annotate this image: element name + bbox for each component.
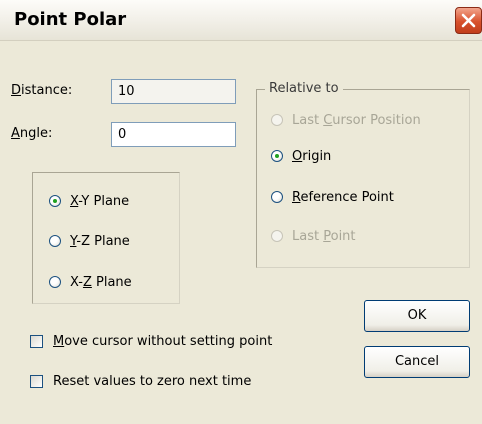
close-button[interactable] [455,7,482,34]
radio-yz-plane-label: Y-Z Plane [70,233,130,249]
radio-circle [271,114,283,126]
radio-circle [271,150,283,162]
radio-origin[interactable]: Origin [271,147,331,165]
checkbox-reset-values-label: Reset values to zero next time [53,373,252,389]
window-title: Point Polar [14,9,127,30]
checkbox-reset-values[interactable]: Reset values to zero next time [30,372,251,390]
radio-last-point[interactable]: Last Point [271,227,356,245]
radio-circle [49,195,61,207]
radio-circle [49,276,61,288]
radio-reference-point[interactable]: Reference Point [271,188,394,206]
plane-group: X-Y Plane Y-Z Plane X-Z Plane [32,172,180,304]
radio-circle [271,230,283,242]
radio-circle [271,191,283,203]
radio-xy-plane[interactable]: X-Y Plane [49,192,129,210]
checkbox-box [30,374,43,388]
relative-to-legend: Relative to [265,81,343,96]
checkbox-box [30,334,43,348]
radio-last-point-label: Last Point [292,228,356,244]
relative-to-group: Relative to Last Cursor Position Origin … [256,81,470,268]
radio-last-cursor-position-label: Last Cursor Position [292,112,421,128]
radio-xz-plane[interactable]: X-Z Plane [49,273,132,291]
radio-circle [49,235,61,247]
radio-origin-label: Origin [292,148,332,164]
radio-last-cursor-position[interactable]: Last Cursor Position [271,111,421,129]
radio-reference-point-label: Reference Point [292,189,394,205]
distance-field[interactable]: 10 [111,79,236,104]
radio-xy-plane-label: X-Y Plane [70,193,130,209]
radio-xz-plane-label: X-Z Plane [70,274,132,290]
checkbox-move-cursor[interactable]: Move cursor without setting point [30,332,272,350]
radio-yz-plane[interactable]: Y-Z Plane [49,232,130,250]
ok-button[interactable]: OK [364,300,470,332]
angle-label: Angle: [11,126,53,141]
checkbox-move-cursor-label: Move cursor without setting point [53,333,273,349]
angle-field[interactable]: 0 [111,122,236,147]
cancel-button[interactable]: Cancel [364,346,470,378]
distance-label: Distance: [11,83,73,98]
title-bar: Point Polar [0,0,482,41]
close-icon [461,13,476,28]
